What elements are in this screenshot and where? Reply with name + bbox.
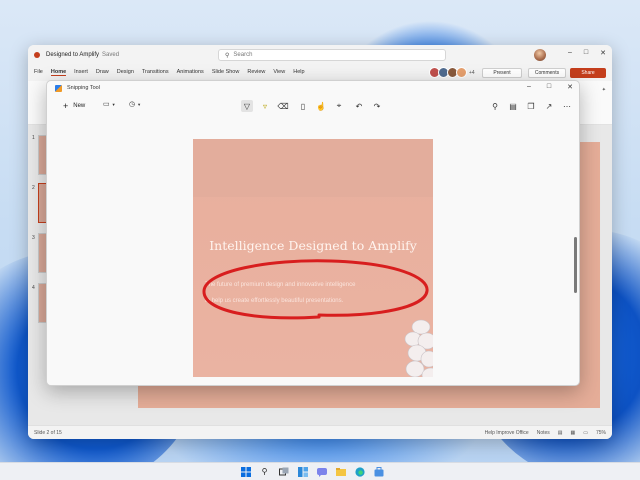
delay-dropdown[interactable]: ◷ ▼ [129, 100, 141, 108]
thumb-number: 3 [32, 235, 35, 241]
thumb-number: 1 [32, 135, 35, 141]
start-icon[interactable] [240, 466, 251, 477]
comments-label: Comments [534, 70, 560, 76]
ribbon-tabs: File Home Insert Draw Design Transitions… [28, 65, 612, 79]
pen-annotation-ellipse[interactable] [199, 255, 431, 327]
saved-status: Saved [102, 52, 120, 58]
collaborator-avatars[interactable]: +4 [429, 67, 475, 78]
maximize-icon[interactable]: □ [584, 49, 588, 57]
tab-design[interactable]: Design [117, 69, 134, 75]
status-bar: Slide 2 of 15 Help Improve Office Notes … [28, 425, 612, 439]
share-button[interactable]: Share [570, 68, 606, 78]
tab-insert[interactable]: Insert [74, 69, 88, 75]
snip-toolbar: + New ▭ ▼ ◷ ▼ ▽ ▿ ⌫ ▯ ☝ ⌖ ↶ ↷ ⚲ ▤ ❐ ↗ ⋯ [47, 95, 579, 117]
powerpoint-app-icon [34, 52, 40, 58]
close-icon[interactable]: ✕ [567, 83, 573, 91]
zoom-icon[interactable]: ⚲ [489, 100, 501, 112]
chevron-down-icon: ▼ [137, 101, 142, 107]
rectangle-icon: ▭ [103, 101, 110, 108]
snipping-tool-window: Snipping Tool – □ ✕ + New ▭ ▼ ◷ ▼ ▽ ▿ ⌫ ▯ … [46, 80, 580, 386]
minimize-icon[interactable]: – [568, 49, 572, 57]
copy-icon[interactable]: ❐ [525, 100, 537, 112]
snip-title-bar: Snipping Tool [47, 81, 579, 95]
tab-draw[interactable]: Draw [96, 69, 109, 75]
search-icon[interactable]: ⚲ [259, 466, 270, 477]
tab-view[interactable]: View [273, 69, 285, 75]
notes-button[interactable]: Notes [537, 430, 550, 436]
avatar [456, 67, 467, 78]
designer-icon[interactable]: ✦ [602, 87, 606, 93]
ruler-icon[interactable]: ▯ [297, 100, 309, 112]
help-improve-link[interactable]: Help Improve Office [485, 430, 529, 436]
teams-chat-icon[interactable] [316, 466, 327, 477]
share-label: Share [581, 70, 595, 76]
clock-icon: ◷ [129, 101, 136, 108]
comments-button[interactable]: Comments [528, 68, 566, 78]
edge-browser-icon[interactable] [354, 466, 365, 477]
slide-headline: Intelligence Designed to Amplify [209, 238, 417, 253]
chevron-down-icon: ▼ [111, 101, 116, 107]
present-button[interactable]: Present [482, 68, 522, 78]
redo-icon[interactable]: ↷ [371, 100, 383, 112]
document-title: Designed to Amplify [46, 52, 100, 58]
minimize-icon[interactable]: – [527, 83, 531, 91]
new-snip-button[interactable]: + New [57, 99, 91, 113]
tab-help[interactable]: Help [293, 69, 304, 75]
slide-counter: Slide 2 of 15 [34, 429, 62, 436]
save-icon[interactable]: ▤ [507, 100, 519, 112]
present-label: Present [493, 70, 511, 76]
divider-line [450, 385, 510, 386]
eraser-icon[interactable]: ⌫ [277, 100, 289, 112]
collaborator-count: +4 [469, 69, 475, 76]
sorter-view-icon[interactable]: ▦ [571, 430, 576, 436]
tab-home[interactable]: Home [50, 69, 67, 76]
account-avatar[interactable] [534, 49, 546, 61]
thumb-number: 2 [32, 185, 35, 191]
tab-transitions[interactable]: Transitions [142, 69, 169, 75]
maximize-icon[interactable]: □ [547, 83, 551, 91]
undo-icon[interactable]: ↶ [353, 100, 365, 112]
search-placeholder: Search [233, 52, 253, 58]
touch-writing-icon[interactable]: ☝ [315, 100, 327, 112]
file-explorer-icon[interactable] [335, 466, 346, 477]
snip-title: Snipping Tool [67, 85, 100, 91]
tab-slide-show[interactable]: Slide Show [212, 69, 240, 75]
taskbar: ⚲ [0, 462, 640, 480]
snipping-tool-icon [55, 84, 62, 92]
search-icon: ⚲ [225, 52, 230, 59]
close-icon[interactable]: ✕ [600, 49, 606, 57]
widgets-icon[interactable] [297, 466, 308, 477]
highlighter-icon[interactable]: ▿ [259, 100, 271, 112]
more-options-icon[interactable]: ⋯ [561, 100, 573, 112]
share-icon[interactable]: ↗ [543, 100, 555, 112]
thumb-number: 4 [32, 285, 35, 291]
normal-view-icon[interactable]: ▤ [558, 430, 563, 436]
tab-file[interactable]: File [34, 69, 43, 75]
store-icon[interactable] [373, 466, 384, 477]
plus-icon: + [63, 101, 69, 111]
new-label: New [73, 103, 86, 109]
snip-window-controls: – □ ✕ [527, 83, 573, 91]
slide-top-band [193, 139, 433, 197]
crop-icon[interactable]: ⌖ [333, 100, 345, 112]
ppt-window-controls: – □ ✕ [568, 49, 606, 57]
vertical-scrollbar[interactable] [574, 237, 577, 293]
tab-animations[interactable]: Animations [177, 69, 204, 75]
tab-review[interactable]: Review [247, 69, 265, 75]
snip-canvas: Intelligence Designed to Amplify The fut… [47, 117, 579, 386]
task-view-icon[interactable] [278, 466, 289, 477]
snip-mode-dropdown[interactable]: ▭ ▼ [103, 100, 116, 108]
ballpoint-pen-icon[interactable]: ▽ [241, 100, 253, 112]
search-box[interactable]: ⚲ Search [218, 49, 446, 61]
reading-view-icon[interactable]: ▭ [583, 430, 588, 436]
zoom-level[interactable]: 75% [596, 430, 606, 436]
